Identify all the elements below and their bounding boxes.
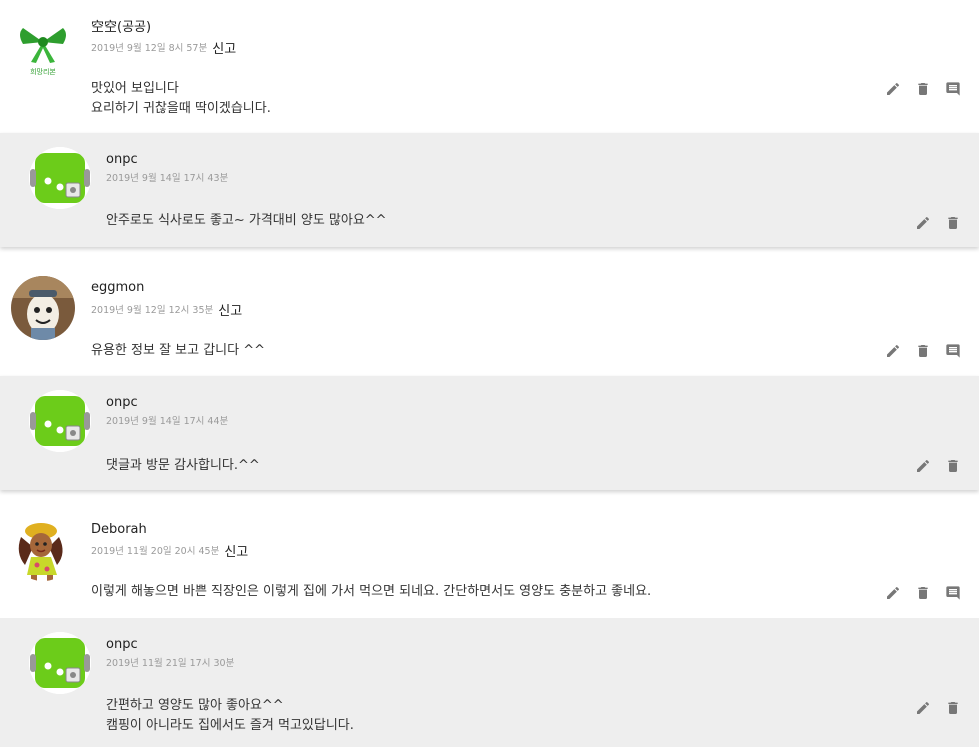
comment-text: 이렇게 해놓으면 바쁜 직장인은 이렇게 집에 가서 먹으면 되네요. 간단하면… bbox=[91, 584, 652, 599]
reply-item: onpc 2019년 11월 21일 17시 30분 간편하고 영양도 많아 좋… bbox=[0, 618, 979, 747]
reply-text: 간편하고 영양도 많아 좋아요^^ 캠핑이 아니라도 집에서도 즐겨 먹고있답니… bbox=[106, 698, 354, 733]
comment-date: 2019년 9월 12일 8시 57분 신고 bbox=[91, 36, 236, 57]
reply-timestamp: 2019년 9월 14일 17시 43분 bbox=[106, 173, 229, 184]
avatar[interactable] bbox=[11, 276, 75, 340]
reply-actions bbox=[901, 458, 961, 474]
comment-item: eggmon 2019년 9월 12일 12시 35분 신고 유용한 정보 잘 보… bbox=[0, 262, 979, 376]
pencil-icon[interactable] bbox=[915, 700, 931, 716]
reply-author[interactable]: onpc bbox=[106, 637, 138, 652]
trash-icon[interactable] bbox=[945, 700, 961, 716]
comment-date: 2019년 11월 20일 20시 45분 신고 bbox=[91, 539, 248, 560]
reply-item: onpc 2019년 9월 14일 17시 44분 댓글과 방문 감사합니다.^… bbox=[0, 376, 979, 490]
comment-author[interactable]: eggmon bbox=[91, 280, 144, 295]
trash-icon[interactable] bbox=[915, 585, 931, 601]
avatar[interactable] bbox=[29, 390, 91, 452]
reply-author[interactable]: onpc bbox=[106, 152, 138, 167]
avatar[interactable] bbox=[29, 147, 91, 209]
pencil-icon[interactable] bbox=[885, 343, 901, 359]
comment-text: 유용한 정보 잘 보고 갑니다 ^^ bbox=[91, 343, 266, 358]
reply-text: 안주로도 식사로도 좋고~ 가격대비 양도 많아요^^ bbox=[106, 213, 387, 228]
reply-bubble-icon[interactable] bbox=[945, 81, 961, 97]
pencil-icon[interactable] bbox=[885, 81, 901, 97]
comment-date: 2019년 9월 12일 12시 35분 신고 bbox=[91, 298, 242, 319]
comment-actions bbox=[871, 585, 961, 601]
reply-actions bbox=[901, 215, 961, 231]
comment-item: Deborah 2019년 11월 20일 20시 45분 신고 이렇게 해놓으면… bbox=[0, 503, 979, 618]
comment-actions bbox=[871, 81, 961, 97]
reply-author[interactable]: onpc bbox=[106, 395, 138, 410]
comment-actions bbox=[871, 343, 961, 359]
comment-text: 맛있어 보입니다 요리하기 귀찮을때 딱이겠습니다. bbox=[91, 81, 271, 116]
reply-text: 댓글과 방문 감사합니다.^^ bbox=[106, 458, 260, 473]
trash-icon[interactable] bbox=[945, 458, 961, 474]
pencil-icon[interactable] bbox=[885, 585, 901, 601]
comment-timestamp: 2019년 9월 12일 12시 35분 bbox=[91, 305, 214, 316]
comment-timestamp: 2019년 9월 12일 8시 57분 bbox=[91, 43, 208, 54]
report-link[interactable]: 신고 bbox=[224, 545, 248, 560]
trash-icon[interactable] bbox=[915, 343, 931, 359]
comment-item: 희망리본 空空(공공) 2019년 9월 12일 8시 57분 신고 맛있어 보입… bbox=[0, 0, 979, 133]
reply-bubble-icon[interactable] bbox=[945, 585, 961, 601]
avatar[interactable] bbox=[29, 632, 91, 694]
reply-timestamp: 2019년 11월 21일 17시 30분 bbox=[106, 658, 235, 669]
comment-author[interactable]: 空空(공공) bbox=[91, 16, 151, 35]
reply-item: onpc 2019년 9월 14일 17시 43분 안주로도 식사로도 좋고~ … bbox=[0, 133, 979, 247]
comment-timestamp: 2019년 11월 20일 20시 45분 bbox=[91, 546, 220, 557]
report-link[interactable]: 신고 bbox=[212, 42, 236, 57]
pencil-icon[interactable] bbox=[915, 215, 931, 231]
trash-icon[interactable] bbox=[945, 215, 961, 231]
reply-actions bbox=[901, 700, 961, 716]
reply-timestamp: 2019년 9월 14일 17시 44분 bbox=[106, 416, 229, 427]
report-link[interactable]: 신고 bbox=[218, 304, 242, 319]
comment-author[interactable]: Deborah bbox=[91, 522, 147, 537]
reply-bubble-icon[interactable] bbox=[945, 343, 961, 359]
trash-icon[interactable] bbox=[915, 81, 931, 97]
avatar[interactable] bbox=[11, 517, 75, 581]
pencil-icon[interactable] bbox=[915, 458, 931, 474]
avatar-caption: 희망리본 bbox=[30, 67, 56, 76]
avatar[interactable]: 희망리본 bbox=[11, 14, 75, 78]
